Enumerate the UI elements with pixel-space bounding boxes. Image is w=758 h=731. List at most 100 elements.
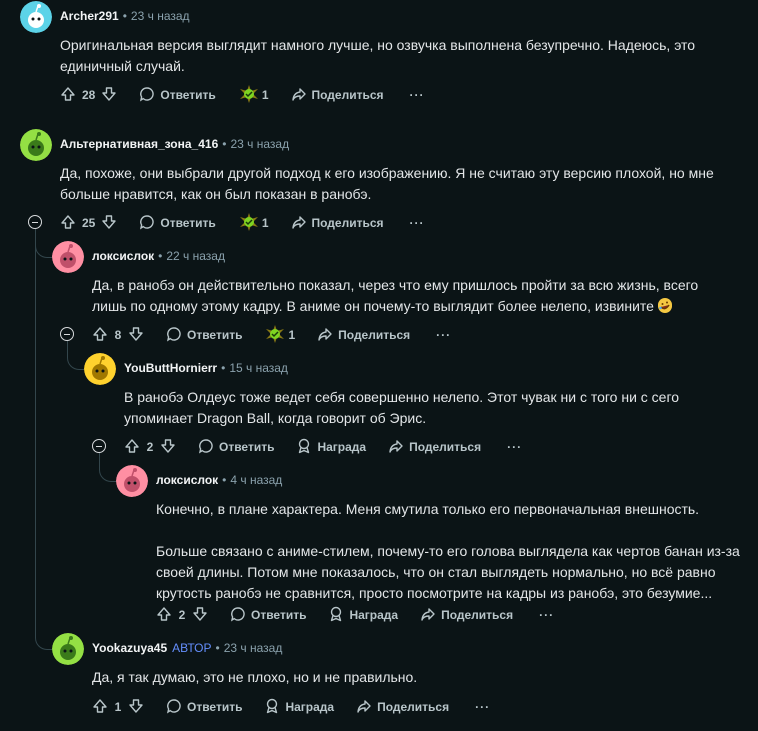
comment-author[interactable]: локсислок [92, 249, 154, 263]
comment-time[interactable]: 22 ч назад [166, 249, 225, 263]
separator: • [222, 137, 227, 151]
thread-connector [35, 612, 52, 650]
more-options-button[interactable]: ··· [475, 700, 490, 714]
comment-text: Конечно, в плане характера. Меня смутила… [156, 501, 700, 517]
reply-button[interactable]: Ответить [198, 438, 274, 457]
award-icon [238, 84, 260, 107]
upvote-icon[interactable] [60, 214, 76, 233]
comment-text: В ранобэ Олдеус тоже ведет себя совершен… [124, 389, 680, 426]
upvote-icon[interactable] [124, 438, 140, 457]
separator: • [122, 9, 127, 23]
comment-author[interactable]: Альтернативная_зона_416 [60, 137, 218, 151]
reply-label: Ответить [187, 700, 243, 714]
upvote-icon[interactable] [156, 606, 172, 625]
comment-text: Да, в ранобэ он действительно показал, ч… [92, 277, 699, 314]
share-button[interactable]: Поделиться [317, 326, 410, 345]
avatar[interactable] [52, 633, 84, 665]
award-label: Награда [349, 608, 399, 622]
comment-text: Да, я так думаю, это не плохо, но и не п… [92, 669, 418, 685]
award-outline-icon [328, 606, 349, 625]
comment-bubble-icon [166, 326, 187, 345]
comment-author[interactable]: локсислок [156, 473, 218, 487]
award-button[interactable]: 1 [264, 324, 295, 347]
more-options-button[interactable]: ··· [539, 608, 554, 622]
more-options-button[interactable]: ··· [436, 328, 451, 342]
share-icon [291, 214, 312, 233]
award-button[interactable]: 1 [238, 84, 269, 107]
comment-text: Да, похоже, они выбрали другой подход к … [60, 165, 714, 202]
collapse-thread-button[interactable] [92, 439, 106, 453]
more-options-button[interactable]: ··· [410, 88, 425, 102]
avatar[interactable] [52, 241, 84, 273]
downvote-icon[interactable] [160, 438, 176, 457]
comment-bubble-icon [230, 606, 251, 625]
separator: • [158, 249, 163, 263]
share-button[interactable]: Поделиться [388, 438, 481, 457]
comment-time[interactable]: 23 ч назад [230, 137, 289, 151]
comment-time[interactable]: 23 ч назад [131, 9, 190, 23]
award-button[interactable]: Награда [296, 438, 366, 457]
comment-body: Конечно, в плане характера. Меня смутила… [156, 499, 746, 604]
share-button[interactable]: Поделиться [356, 698, 449, 717]
share-icon [388, 438, 409, 457]
vote-count: 8 [114, 328, 122, 342]
reply-button[interactable]: Ответить [139, 86, 216, 105]
thread-connector [99, 452, 116, 482]
award-icon [264, 324, 286, 347]
award-button[interactable]: Награда [328, 606, 398, 625]
comment-time[interactable]: 15 ч назад [229, 361, 288, 375]
comment-author[interactable]: YouButtHornierr [124, 361, 217, 375]
upvote-icon[interactable] [92, 326, 108, 345]
award-count: 1 [261, 216, 269, 230]
avatar[interactable] [20, 129, 52, 161]
comment-author[interactable]: Archer291 [60, 9, 119, 23]
collapse-thread-button[interactable] [60, 327, 74, 341]
more-options-button[interactable]: ··· [507, 440, 522, 454]
comment-text: Оригинальная версия выглядит намного луч… [60, 37, 696, 74]
comment-body: Да, похоже, они выбрали другой подход к … [60, 163, 730, 205]
upvote-icon[interactable] [60, 86, 76, 105]
upvote-icon[interactable] [92, 698, 108, 717]
reply-label: Ответить [160, 88, 216, 102]
share-label: Поделиться [311, 216, 384, 230]
op-badge: АВТОР [172, 641, 212, 655]
reply-button[interactable]: Ответить [230, 606, 306, 625]
comment-text: Больше связано с аниме-стилем, почему-то… [156, 543, 740, 601]
share-label: Поделиться [377, 700, 450, 714]
vote-count: 2 [146, 440, 154, 454]
reply-button[interactable]: Ответить [166, 698, 242, 717]
share-icon [291, 86, 312, 105]
thread-connector [67, 340, 84, 370]
comment-time[interactable]: 23 ч назад [224, 641, 283, 655]
downvote-icon[interactable] [101, 86, 117, 105]
award-button[interactable]: 1 [238, 212, 269, 235]
share-button[interactable]: Поделиться [291, 86, 384, 105]
thread-connector [35, 232, 52, 258]
reply-button[interactable]: Ответить [139, 214, 216, 233]
comment-bubble-icon [198, 438, 219, 457]
comment-time[interactable]: 4 ч назад [230, 473, 282, 487]
avatar[interactable] [20, 1, 52, 33]
downvote-icon[interactable] [101, 214, 117, 233]
downvote-icon[interactable] [192, 606, 208, 625]
comment-body: В ранобэ Олдеус тоже ведет себя совершен… [124, 387, 684, 429]
downvote-icon[interactable] [128, 698, 144, 717]
share-icon [317, 326, 338, 345]
vote-count: 1 [114, 700, 122, 714]
reply-label: Ответить [160, 216, 216, 230]
avatar[interactable] [116, 465, 148, 497]
avatar[interactable] [84, 353, 116, 385]
comment-bubble-icon [166, 698, 187, 717]
comment-body: Да, я так думаю, это не плохо, но и не п… [92, 667, 692, 688]
share-button[interactable]: Поделиться [420, 606, 513, 625]
collapse-thread-button[interactable] [28, 215, 42, 229]
award-button[interactable]: Награда [264, 698, 334, 717]
reply-label: Ответить [251, 608, 307, 622]
share-button[interactable]: Поделиться [291, 214, 384, 233]
comment-bubble-icon [139, 86, 160, 105]
more-options-button[interactable]: ··· [410, 216, 425, 230]
share-label: Поделиться [409, 440, 482, 454]
reply-button[interactable]: Ответить [166, 326, 242, 345]
downvote-icon[interactable] [128, 326, 144, 345]
comment-author[interactable]: Yookazuya45 [92, 641, 167, 655]
